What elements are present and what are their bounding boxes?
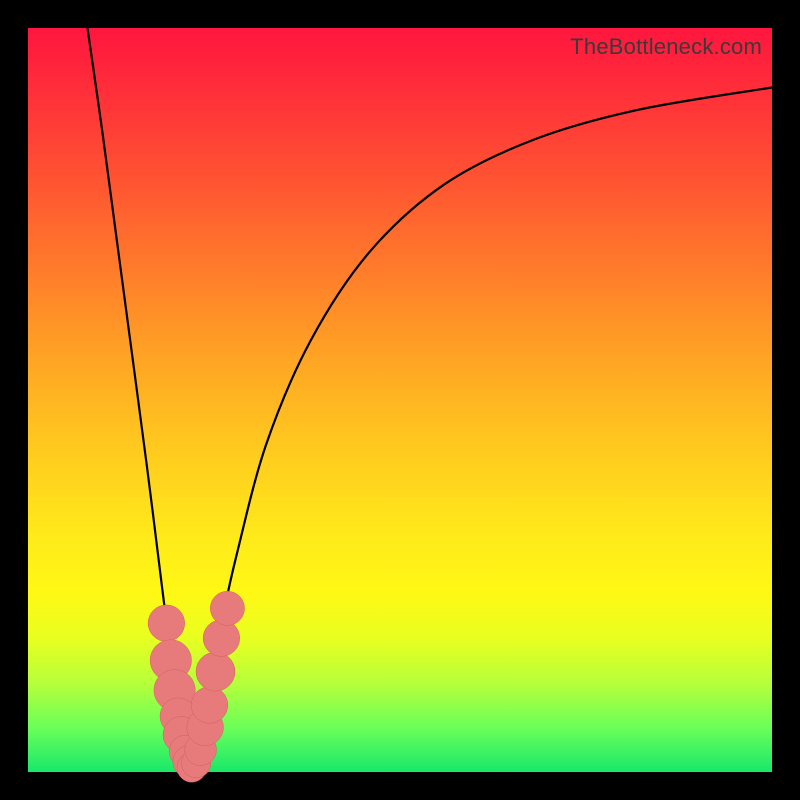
plot-area: TheBottleneck.com <box>28 28 772 772</box>
chart-frame: TheBottleneck.com <box>0 0 800 800</box>
right-curve <box>192 88 772 773</box>
bead-marker <box>196 652 235 691</box>
bead-marker <box>148 605 185 642</box>
bead-markers <box>148 591 244 782</box>
bead-marker <box>210 591 244 625</box>
bead-marker <box>191 687 228 724</box>
curve-layer <box>28 28 772 772</box>
bead-marker <box>203 620 240 657</box>
